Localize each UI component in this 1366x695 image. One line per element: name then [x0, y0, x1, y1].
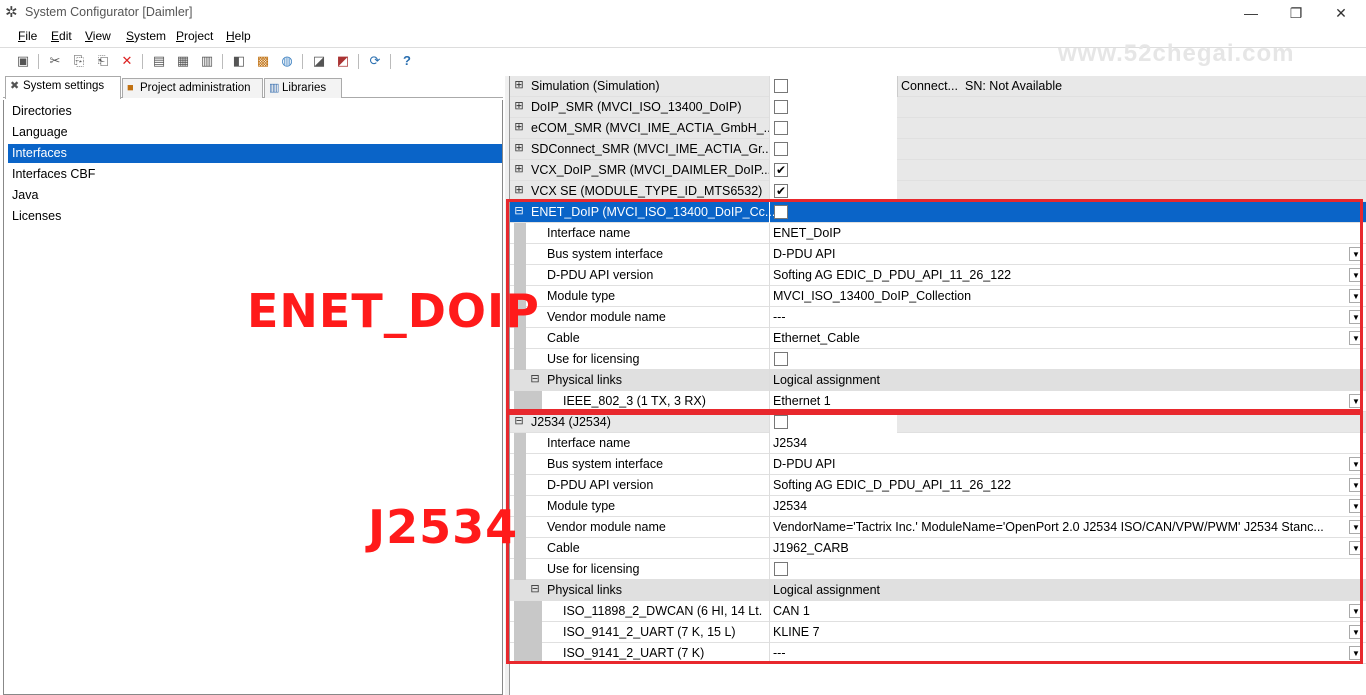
- expand-icon[interactable]: ⊞: [514, 185, 524, 196]
- list-item-licenses[interactable]: Licenses: [8, 207, 502, 226]
- interface-row-sdconnect-smr[interactable]: ⊞ SDConnect_SMR (MVCI_IME_ACTIA_Gr...: [510, 139, 1366, 160]
- toolbar-separator: [142, 54, 143, 69]
- expand-icon[interactable]: ⊞: [514, 143, 524, 154]
- help-icon[interactable]: ?: [398, 52, 416, 70]
- interface-enabled: [769, 76, 897, 97]
- toolbar-separator: [302, 54, 303, 69]
- refresh-icon[interactable]: ⟳: [366, 52, 384, 70]
- copy-icon[interactable]: ⎘: [70, 52, 88, 70]
- menu-help[interactable]: Help: [226, 29, 251, 43]
- interface-name: SDConnect_SMR (MVCI_IME_ACTIA_Gr...: [531, 142, 773, 156]
- title-bar: ✲ System Configurator [Daimler] — ❐ ✕: [0, 0, 1366, 26]
- enabled-checkbox[interactable]: ✔: [774, 163, 788, 177]
- tab-label: System settings: [23, 80, 105, 92]
- left-pane: ✖ System settings ■ Project administration…: [3, 76, 503, 695]
- j2534-annotation: J2534: [368, 500, 519, 554]
- save-document-icon[interactable]: ▦: [174, 52, 192, 70]
- menu-system[interactable]: System: [126, 29, 166, 43]
- tab-strip: ✖ System settings ■ Project administration…: [3, 76, 503, 99]
- interface-row-ecom-smr[interactable]: ⊞ eCOM_SMR (MVCI_IME_ACTIA_GmbH_...: [510, 118, 1366, 139]
- enet-doip-highlight-box: [506, 199, 1363, 412]
- list-item-interfaces[interactable]: Interfaces: [8, 144, 502, 163]
- tab-system-settings[interactable]: ✖ System settings: [5, 76, 121, 99]
- enabled-checkbox[interactable]: [774, 142, 788, 156]
- serial-number: SN: Not Available: [965, 79, 1063, 93]
- gear-app-icon: ✲: [5, 4, 18, 21]
- minimize-button[interactable]: —: [1236, 3, 1266, 23]
- tab-project-administration[interactable]: ■ Project administration: [122, 78, 263, 98]
- export-project-icon[interactable]: ◩: [334, 52, 352, 70]
- list-item-interfaces-cbf[interactable]: Interfaces CBF: [8, 165, 502, 184]
- project-icon: ■: [127, 82, 134, 94]
- find-icon[interactable]: ◧: [230, 52, 248, 70]
- expand-icon[interactable]: ⊞: [514, 122, 524, 133]
- interface-enabled: [769, 139, 897, 160]
- enabled-checkbox[interactable]: ✔: [774, 184, 788, 198]
- toolbar-separator: [358, 54, 359, 69]
- watermark: www.52chegai.com: [1058, 40, 1295, 67]
- menu-file[interactable]: File: [18, 29, 37, 43]
- connection-status: Connect...: [897, 76, 958, 97]
- tab-libraries[interactable]: ▥ Libraries: [264, 78, 342, 98]
- new-document-icon[interactable]: ▤: [150, 52, 168, 70]
- enet-doip-annotation: ENET_DOIP: [247, 284, 540, 338]
- interface-name: eCOM_SMR (MVCI_IME_ACTIA_GmbH_...: [531, 121, 775, 135]
- save-icon[interactable]: ▣: [14, 52, 32, 70]
- enabled-checkbox[interactable]: [774, 121, 788, 135]
- toolbar-separator: [390, 54, 391, 69]
- export-icon[interactable]: ◍: [278, 52, 296, 70]
- list-item-language[interactable]: Language: [8, 123, 502, 142]
- interface-name: Simulation (Simulation): [531, 79, 660, 93]
- menu-edit[interactable]: Edit: [51, 29, 72, 43]
- toolbar-separator: [38, 54, 39, 69]
- tab-label: Libraries: [282, 82, 327, 94]
- close-button[interactable]: ✕: [1326, 3, 1356, 23]
- library-icon: ▥: [269, 82, 280, 94]
- document-icon[interactable]: ▥: [198, 52, 216, 70]
- delete-icon[interactable]: ✕: [118, 52, 136, 70]
- cut-icon[interactable]: ✂: [46, 52, 64, 70]
- interface-enabled: [769, 97, 897, 118]
- import-icon[interactable]: ◪: [310, 52, 328, 70]
- toolbar-separator: [222, 54, 223, 69]
- list-item-directories[interactable]: Directories: [8, 102, 502, 121]
- interface-name: DoIP_SMR (MVCI_ISO_13400_DoIP): [531, 100, 742, 114]
- paste-icon[interactable]: ⎗: [94, 52, 112, 70]
- window-title: System Configurator [Daimler]: [25, 5, 193, 19]
- report-icon[interactable]: ▩: [254, 52, 272, 70]
- interface-row-simulation[interactable]: ⊞ Simulation (Simulation) Connect... SN:…: [510, 76, 1366, 97]
- interface-name: VCX_DoIP_SMR (MVCI_DAIMLER_DoIP...: [531, 163, 772, 177]
- tab-label: Project administration: [140, 82, 251, 94]
- expand-icon[interactable]: ⊞: [514, 164, 524, 175]
- maximize-button[interactable]: ❐: [1281, 3, 1311, 23]
- menu-project[interactable]: Project: [176, 29, 213, 43]
- interface-row-doip-smr[interactable]: ⊞ DoIP_SMR (MVCI_ISO_13400_DoIP): [510, 97, 1366, 118]
- menu-view[interactable]: View: [85, 29, 111, 43]
- expand-icon[interactable]: ⊞: [514, 80, 524, 91]
- interface-row-vcx-doip-smr[interactable]: ⊞ VCX_DoIP_SMR (MVCI_DAIMLER_DoIP... ✔: [510, 160, 1366, 181]
- settings-list: Directories Language Interfaces Interfac…: [3, 100, 503, 695]
- j2534-highlight-box: [506, 412, 1363, 664]
- expand-icon[interactable]: ⊞: [514, 101, 524, 112]
- enabled-checkbox[interactable]: [774, 100, 788, 114]
- tools-icon: ✖: [10, 80, 20, 92]
- enabled-checkbox[interactable]: [774, 79, 788, 93]
- interface-enabled: ✔: [769, 160, 897, 181]
- interface-enabled: [769, 118, 897, 139]
- list-item-java[interactable]: Java: [8, 186, 502, 205]
